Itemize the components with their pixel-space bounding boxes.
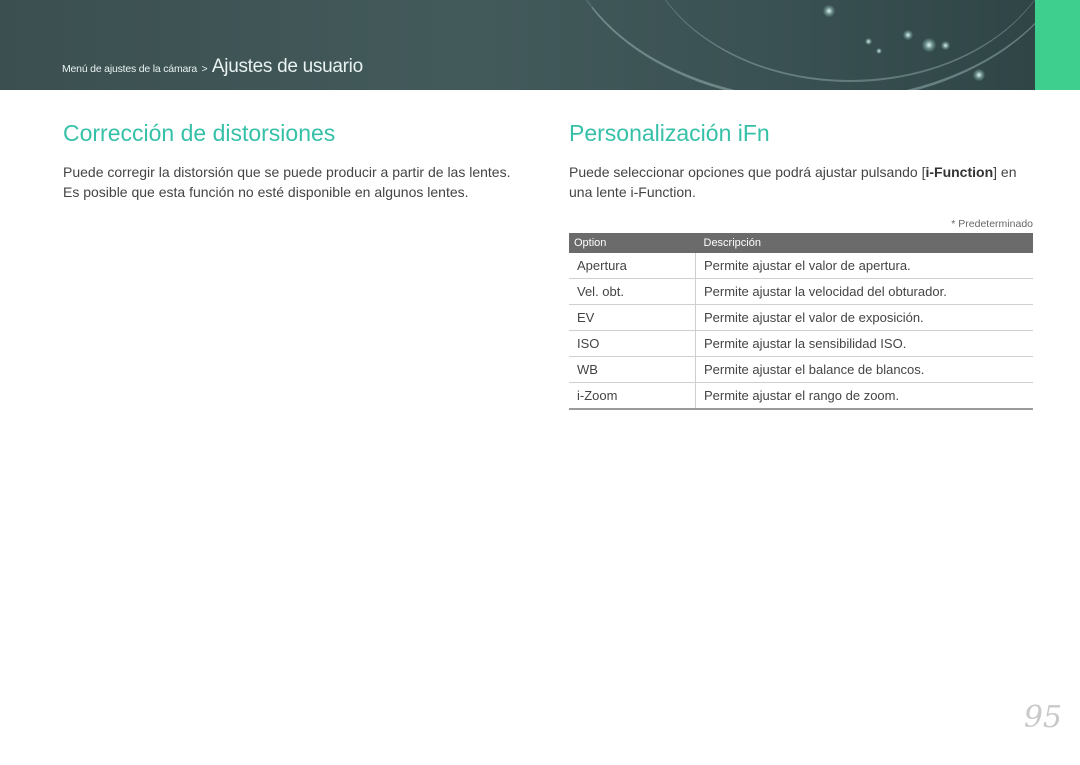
table-row: ISO Permite ajustar la sensibilidad ISO. <box>569 330 1033 357</box>
column-header-description: Descripción <box>695 233 1033 253</box>
body-text: ] en <box>993 164 1017 180</box>
page-header: Menú de ajustes de la cámara > Ajustes d… <box>0 0 1035 90</box>
page-number: 95 <box>1023 700 1062 735</box>
table-row: EV Permite ajustar el valor de exposició… <box>569 304 1033 331</box>
body-line: Es posible que esta función no esté disp… <box>63 184 469 200</box>
option-cell: Vel. obt. <box>569 278 696 305</box>
description-cell: Permite ajustar la velocidad del obturad… <box>695 278 1033 305</box>
breadcrumb-current: Ajustes de usuario <box>211 56 363 77</box>
table-row: Vel. obt. Permite ajustar la velocidad d… <box>569 278 1033 305</box>
header-decor-glow <box>973 69 985 81</box>
table-header-row: Option Descripción <box>569 233 1033 253</box>
table-row: WB Permite ajustar el balance de blancos… <box>569 356 1033 383</box>
option-cell: EV <box>569 304 696 331</box>
column-header-option: Option <box>569 233 696 253</box>
table-row: i-Zoom Permite ajustar el rango de zoom. <box>569 382 1033 410</box>
default-note: * Predeterminado <box>951 218 1033 230</box>
body-line: Puede corregir la distorsión que se pued… <box>63 164 511 180</box>
section-body-ifn: Puede seleccionar opciones que podrá aju… <box>569 162 1035 202</box>
body-line: una lente i-Function. <box>569 184 696 200</box>
section-title-distortion: Corrección de distorsiones <box>63 120 336 146</box>
body-text: Puede seleccionar opciones que podrá aju… <box>569 164 926 180</box>
header-decor-glow <box>876 48 882 54</box>
header-decor-glow <box>922 38 936 52</box>
table-row: Apertura Permite ajustar el valor de ape… <box>569 253 1033 279</box>
section-title-ifn: Personalización iFn <box>569 120 770 146</box>
options-table: Option Descripción Apertura Permite ajus… <box>569 233 1033 410</box>
breadcrumb: Menú de ajustes de la cámara > Ajustes d… <box>62 56 363 78</box>
header-decor-glow <box>823 5 835 17</box>
header-decor-glow <box>941 41 950 50</box>
header-decor-glow <box>865 38 872 45</box>
breadcrumb-separator: > <box>201 63 208 75</box>
section-body-distortion: Puede corregir la distorsión que se pued… <box>63 162 543 202</box>
option-cell: Apertura <box>569 253 696 279</box>
header-decor-glow <box>903 30 913 40</box>
option-cell: i-Zoom <box>569 382 696 410</box>
description-cell: Permite ajustar el valor de exposición. <box>695 304 1033 331</box>
option-cell: ISO <box>569 330 696 357</box>
option-cell: WB <box>569 356 696 383</box>
header-accent-bar <box>1035 0 1080 90</box>
description-cell: Permite ajustar la sensibilidad ISO. <box>695 330 1033 357</box>
description-cell: Permite ajustar el balance de blancos. <box>695 356 1033 383</box>
breadcrumb-parent[interactable]: Menú de ajustes de la cámara <box>62 63 197 75</box>
description-cell: Permite ajustar el valor de apertura. <box>695 253 1033 279</box>
i-function-button-label: i-Function <box>925 164 994 180</box>
description-cell: Permite ajustar el rango de zoom. <box>695 382 1033 410</box>
